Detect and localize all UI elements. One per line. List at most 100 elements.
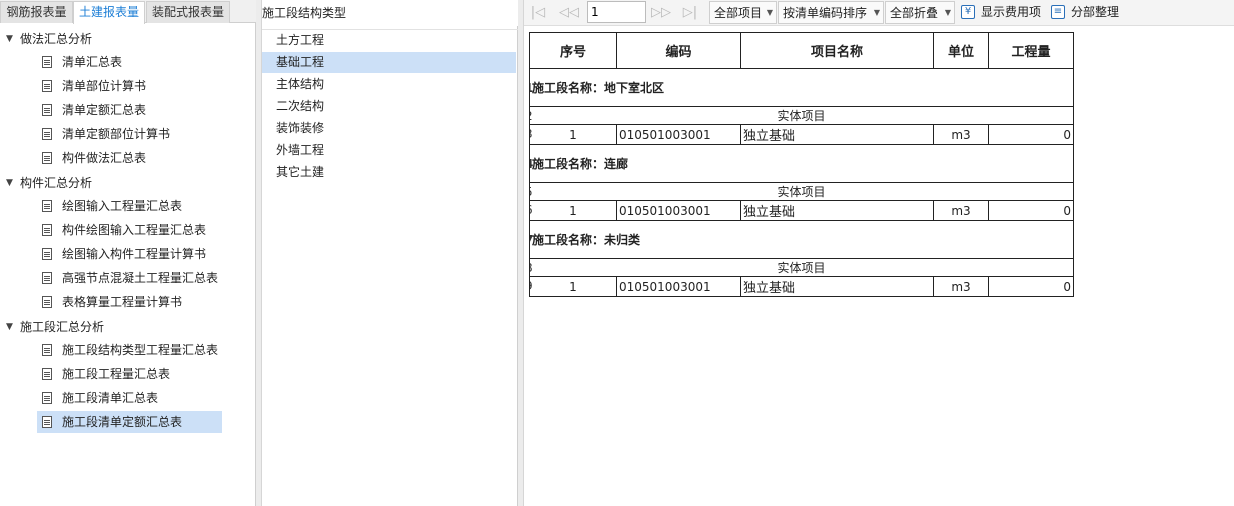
name-cell: 独立基础 (740, 276, 934, 297)
structure-type-list: 土方工程 基础工程 主体结构 二次结构 装饰装修 外墙工程 其它土建 (262, 29, 518, 179)
tree-item-drawing-qty-summary[interactable]: 绘图输入工程量汇总表 (37, 195, 222, 217)
tree-item-bill-quota-location-calc[interactable]: 清单定额部位计算书 (37, 123, 222, 145)
tree-item-label: 清单定额部位计算书 (62, 127, 171, 141)
tree-group-label: 构件汇总分析 (20, 176, 93, 190)
row-number: 1 (531, 81, 534, 95)
tree-item-bill-summary[interactable]: 清单汇总表 (37, 51, 222, 73)
fold-dropdown[interactable]: 全部折叠 ▼ (885, 1, 955, 24)
category-label: 实体项目 (777, 185, 826, 199)
structure-type-secondary-structure[interactable]: 二次结构 (262, 96, 516, 117)
structure-type-main-structure[interactable]: 主体结构 (262, 74, 516, 95)
table-row[interactable]: 1施工段名称：地下室北区 (529, 68, 1074, 107)
document-icon (42, 56, 52, 68)
tree-item-bill-location-calc[interactable]: 清单部位计算书 (37, 75, 222, 97)
tab-prefab-report[interactable]: 装配式报表量 (146, 1, 230, 23)
tree-item-label: 绘图输入工程量汇总表 (62, 199, 183, 213)
report-type-tabs: 钢筋报表量 土建报表量 装配式报表量 (0, 0, 256, 24)
prev-page-icon[interactable]: ◁◁ (559, 4, 579, 22)
table-row[interactable]: 2 实体项目 (529, 106, 1074, 125)
document-icon (42, 416, 52, 428)
report-table: 序号 编码 项目名称 单位 工程量 1施工段名称：地下室北区 2实体项目 31 … (529, 32, 1074, 297)
tree-item-drawing-component-calc[interactable]: 绘图输入构件工程量计算书 (37, 243, 222, 265)
table-row[interactable]: 7施工段名称：未归类 (529, 220, 1074, 259)
panel-title-text: 施工段结构类型 (262, 6, 347, 20)
document-icon (42, 344, 52, 356)
structure-type-exterior-wall[interactable]: 外墙工程 (262, 140, 516, 161)
show-fee-label: 显示费用项 (981, 5, 1042, 19)
stage-title-cell: 7施工段名称：未归类 (529, 220, 1074, 259)
table-row[interactable]: 5 实体项目 (529, 182, 1074, 201)
tree-item-component-drawing-qty-summary[interactable]: 构件绘图输入工程量汇总表 (37, 219, 222, 241)
tree-item-stage-qty-summary[interactable]: 施工段工程量汇总表 (37, 363, 222, 385)
row-number: 9 (531, 279, 533, 293)
structure-type-other-civil[interactable]: 其它土建 (262, 162, 516, 183)
tree-item-label: 清单部位计算书 (62, 79, 147, 93)
expand-arrow-icon[interactable]: ▼ (6, 28, 13, 50)
table-row[interactable]: 61 010501003001 独立基础 m3 0 (529, 200, 1074, 221)
report-sheet: 序号 编码 项目名称 单位 工程量 1施工段名称：地下室北区 2实体项目 31 … (524, 27, 1234, 506)
category-label: 实体项目 (777, 261, 826, 275)
seq-value: 1 (569, 203, 577, 218)
document-icon (42, 104, 52, 116)
category-cell: 8 实体项目 (529, 258, 1074, 277)
tree-group-label: 做法汇总分析 (20, 32, 93, 46)
tree-item-stage-structure-qty-summary[interactable]: 施工段结构类型工程量汇总表 (37, 339, 222, 361)
structure-type-decoration[interactable]: 装饰装修 (262, 118, 516, 139)
code-cell: 010501003001 (616, 124, 741, 145)
report-toolbar: |◁ ◁◁ ▷▷ ▷| 全部项目▼ 按清单编码排序▼ 全部折叠▼ ¥显示费用项 … (524, 0, 1234, 26)
tab-civil-report[interactable]: 土建报表量 (73, 1, 145, 24)
page-number-input[interactable] (587, 1, 646, 23)
expand-arrow-icon[interactable]: ▼ (6, 172, 13, 194)
row-number: 6 (531, 203, 533, 217)
filter-dropdown[interactable]: 全部项目 ▼ (709, 1, 777, 24)
category-label: 实体项目 (777, 109, 826, 123)
stage-title: 施工段名称：连廊 (532, 157, 629, 171)
tree-item-stage-bill-quota-summary[interactable]: 施工段清单定额汇总表 (37, 411, 222, 433)
document-icon (42, 296, 52, 308)
tab-rebar-report[interactable]: 钢筋报表量 (0, 1, 73, 23)
qty-cell: 0 (988, 200, 1074, 221)
qty-cell: 0 (988, 124, 1074, 145)
tree-item-label: 施工段工程量汇总表 (62, 367, 171, 381)
last-page-icon[interactable]: ▷| (681, 4, 699, 22)
category-cell: 5 实体项目 (529, 182, 1074, 201)
tree-item-bill-quota-summary[interactable]: 清单定额汇总表 (37, 99, 222, 121)
tree-item-label: 表格算量工程量计算书 (62, 295, 183, 309)
seq-cell: 91 (529, 276, 617, 297)
next-page-icon[interactable]: ▷▷ (651, 4, 671, 22)
tree-item-table-qty-calc[interactable]: 表格算量工程量计算书 (37, 291, 222, 313)
tree-item-label: 施工段清单定额汇总表 (62, 415, 183, 429)
tree-item-high-strength-node-summary[interactable]: 高强节点混凝土工程量汇总表 (37, 267, 222, 289)
stage-title: 施工段名称：地下室北区 (532, 81, 665, 95)
expand-arrow-icon[interactable]: ▼ (6, 316, 13, 338)
stage-title-cell: 4施工段名称：连廊 (529, 144, 1074, 183)
table-row[interactable]: 8 实体项目 (529, 258, 1074, 277)
table-row[interactable]: 31 010501003001 独立基础 m3 0 (529, 124, 1074, 145)
header-seq: 序号 (529, 32, 617, 69)
row-number: 3 (531, 127, 533, 141)
tree-item-label: 高强节点混凝土工程量汇总表 (62, 271, 219, 285)
code-cell: 010501003001 (616, 200, 741, 221)
name-cell: 独立基础 (740, 124, 934, 145)
row-number: 8 (531, 261, 533, 275)
section-organize-button[interactable]: ≡ 分部整理 (1051, 1, 1126, 24)
table-row[interactable]: 4施工段名称：连廊 (529, 144, 1074, 183)
table-row[interactable]: 91 010501003001 独立基础 m3 0 (529, 276, 1074, 297)
stage-title: 施工段名称：未归类 (532, 233, 641, 247)
list-organize-icon: ≡ (1051, 5, 1065, 19)
tree-item-stage-bill-summary[interactable]: 施工段清单汇总表 (37, 387, 222, 409)
document-icon (42, 272, 52, 284)
seq-cell: 31 (529, 124, 617, 145)
show-fee-button[interactable]: ¥ 显示费用项 (961, 1, 1046, 24)
unit-cell: m3 (933, 200, 989, 221)
tree-item-label: 构件绘图输入工程量汇总表 (62, 223, 207, 237)
tree-group-label: 施工段汇总分析 (20, 320, 105, 334)
first-page-icon[interactable]: |◁ (529, 4, 547, 22)
table-header-row: 序号 编码 项目名称 单位 工程量 (529, 32, 1074, 69)
yen-icon: ¥ (961, 5, 975, 19)
structure-type-earthwork[interactable]: 土方工程 (262, 30, 516, 51)
seq-value: 1 (569, 279, 577, 294)
sort-dropdown[interactable]: 按清单编码排序 ▼ (778, 1, 884, 24)
tree-item-component-method-summary[interactable]: 构件做法汇总表 (37, 147, 222, 169)
structure-type-foundation[interactable]: 基础工程 (262, 52, 516, 73)
